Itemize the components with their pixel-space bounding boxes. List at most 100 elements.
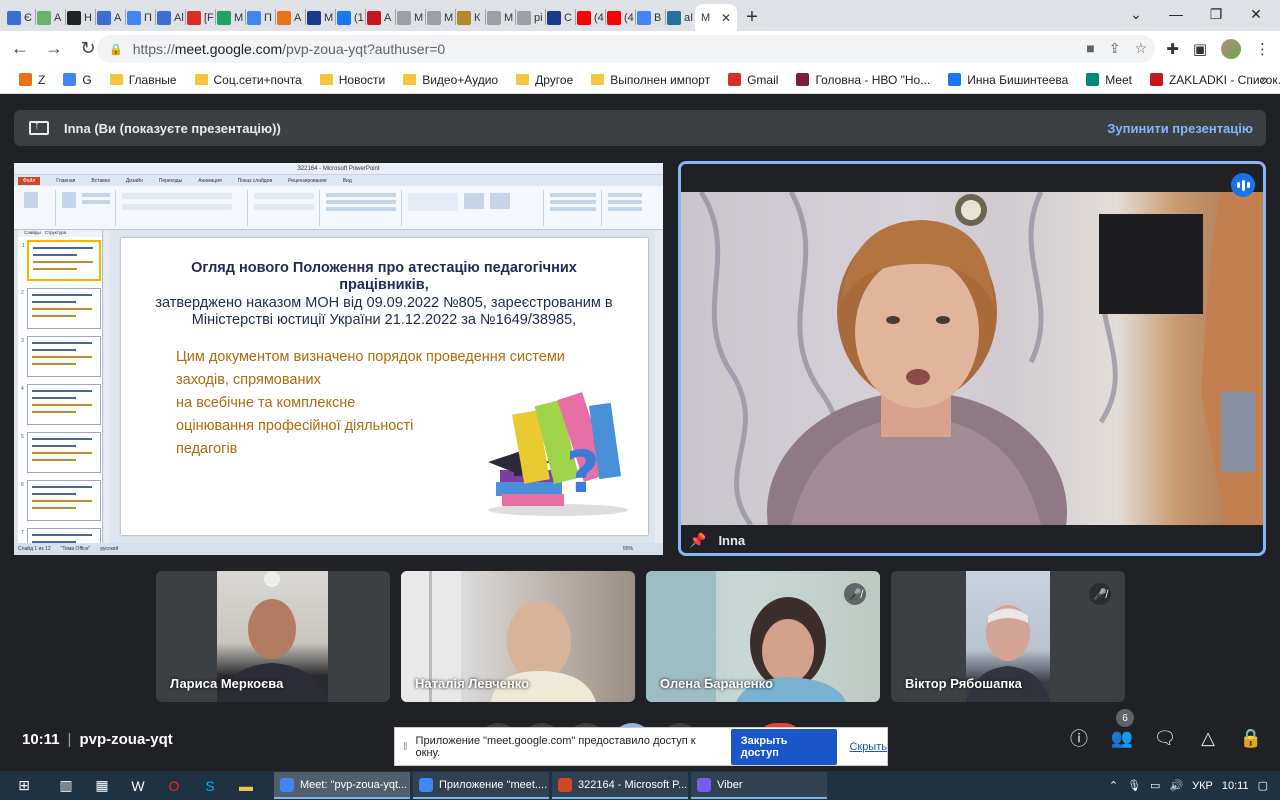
bookmark-star-icon[interactable]: ☆ [1134, 40, 1147, 57]
bookmark-item[interactable]: Головна - НВО "Но... [787, 73, 939, 87]
browser-tab[interactable]: М [306, 4, 335, 31]
slide-thumbnail[interactable]: 3 [21, 336, 101, 377]
browser-tab[interactable]: В [636, 4, 665, 31]
thumb-tab-outline[interactable]: Структура [45, 230, 66, 237]
browser-tab[interactable]: Аl [156, 4, 185, 31]
close-window-icon[interactable]: ✕ [1236, 0, 1276, 28]
participant-tile[interactable]: Лариса Меркоєва [156, 571, 390, 702]
browser-tab[interactable]: М [486, 4, 515, 31]
close-tab-icon[interactable]: ✕ [721, 11, 731, 25]
drag-handle-icon[interactable]: ‖ [403, 741, 408, 753]
bookmark-item[interactable]: Выполнен импорт [582, 73, 719, 87]
bookmark-item[interactable]: Meet [1077, 73, 1141, 87]
slide-thumbnail[interactable]: 5 [21, 432, 101, 473]
bookmark-item[interactable]: Новости [311, 73, 394, 87]
activities-shapes-icon[interactable]: △ [1197, 727, 1219, 749]
participant-tile[interactable]: Віктор Рябошапка 🎤̸ [891, 571, 1125, 702]
host-controls-lock-icon[interactable]: 🔒 [1240, 727, 1262, 749]
bookmark-item[interactable]: Видео+Аудио [394, 73, 507, 87]
bookmark-item[interactable]: Z [10, 73, 54, 87]
camera-blocked-icon[interactable]: ■ [1086, 40, 1094, 57]
opera-icon[interactable]: O [156, 771, 192, 800]
ppt-ribbon-tab[interactable]: Файл [18, 176, 41, 185]
bookmarks-overflow-icon[interactable]: » [1260, 71, 1268, 87]
browser-tab[interactable]: [F [186, 4, 215, 31]
microphone-icon[interactable]: 🎙 [1127, 779, 1141, 792]
bookmark-item[interactable]: ZAKLADKI - Список... [1141, 73, 1280, 87]
status-zoom[interactable]: 55% [623, 546, 633, 552]
taskbar-app-button[interactable]: Приложение "meet.... [413, 772, 549, 799]
ppt-ribbon-tab[interactable]: Анимация [198, 178, 221, 184]
browser-tab[interactable]: С [546, 4, 575, 31]
notifications-icon[interactable]: ▢ [1258, 779, 1268, 792]
taskbar-clock[interactable]: 10:11 [1222, 780, 1249, 792]
ppt-ribbon-tab[interactable]: Главная [56, 178, 75, 184]
bookmark-item[interactable]: Главные [101, 73, 186, 87]
word-icon[interactable]: W [120, 771, 156, 800]
ppt-ribbon-tab[interactable]: Дизайн [126, 178, 143, 184]
pinned-video-tile[interactable]: 📌 Inna [678, 161, 1266, 556]
presentation-tile[interactable]: 322164 - Microsoft PowerPoint Файл Главна… [14, 163, 663, 555]
tray-expand-icon[interactable]: ⌃ [1109, 779, 1118, 792]
browser-tab[interactable]: (4 [606, 4, 635, 31]
browser-tab[interactable]: М [426, 4, 455, 31]
thumbs-scrollbar[interactable] [104, 230, 110, 543]
browser-tab[interactable]: А [36, 4, 65, 31]
bookmark-item[interactable]: G [54, 73, 100, 87]
bookmark-item[interactable]: Соц.сети+почта [186, 73, 311, 87]
windows-start-icon[interactable]: ⊞ [0, 771, 48, 800]
slide-scrollbar[interactable] [655, 230, 663, 543]
ppt-ribbon-tab[interactable]: Показ слайдов [238, 178, 272, 184]
browser-tab[interactable]: А [96, 4, 125, 31]
back-arrow-icon[interactable]: ← [6, 35, 34, 63]
ppt-ribbon-tab[interactable]: Переходы [159, 178, 182, 184]
ppt-ribbon-tab[interactable]: Вид [343, 178, 352, 184]
taskbar-app-button[interactable]: 322164 - Microsoft P... [552, 772, 688, 799]
bookmark-item[interactable]: Инна Бишинтеева [939, 73, 1077, 87]
hide-notice-link[interactable]: Скрыть [849, 741, 887, 753]
browser-tab[interactable]: аІ [666, 4, 695, 31]
chat-icon[interactable]: 🗨 [1154, 727, 1177, 749]
minimize-icon[interactable]: — [1156, 0, 1196, 28]
browser-tab[interactable]: Є [6, 4, 35, 31]
slide-thumbnail[interactable]: 4 [21, 384, 101, 425]
browser-tab[interactable]: (4 [576, 4, 605, 31]
more-menu-icon[interactable]: ⋮ [1255, 40, 1270, 58]
tab-search-chevron-icon[interactable]: ⌄ [1116, 0, 1156, 28]
slide-thumbnail[interactable]: 2 [21, 288, 101, 329]
browser-tab[interactable]: П [126, 4, 155, 31]
app-icon[interactable]: ▦ [84, 771, 120, 800]
bookmark-item[interactable]: Gmail [719, 73, 787, 87]
browser-tab[interactable]: М [216, 4, 245, 31]
participant-tile[interactable]: Олена Бараненко 🎤̸ [646, 571, 880, 702]
browser-tab[interactable]: П [246, 4, 275, 31]
ppt-ribbon-tab[interactable]: Рецензирование [288, 178, 327, 184]
new-tab-button[interactable]: + [737, 4, 767, 31]
participants-people-icon[interactable]: 👥 6 [1111, 709, 1134, 749]
browser-tab[interactable]: А [276, 4, 305, 31]
forward-arrow-icon[interactable]: → [40, 35, 68, 63]
taskbar-app-button[interactable]: Viber [691, 772, 827, 799]
file-explorer-icon[interactable]: ▬ [228, 771, 264, 800]
tab-active-meet[interactable]: М ✕ [695, 4, 737, 31]
slide-thumbnail[interactable]: 1 [22, 240, 101, 281]
thumb-tab-slides[interactable]: Слайды [24, 230, 41, 237]
address-bar[interactable]: 🔒 https:// meet.google.com /pvp-zoua-yqt… [97, 35, 1155, 63]
browser-tab[interactable]: А [366, 4, 395, 31]
extensions-puzzle-icon[interactable]: ✚ [1166, 40, 1179, 58]
stop-sharing-button[interactable]: Закрыть доступ [730, 728, 838, 765]
browser-tab[interactable]: рі [516, 4, 545, 31]
bookmark-item[interactable]: Другое [507, 73, 582, 87]
taskbar-app-button[interactable]: Meet: "pvp-zoua-yqt... [274, 772, 410, 799]
task-view-icon[interactable]: ▥ [48, 771, 84, 800]
keyboard-language[interactable]: УКР [1192, 780, 1213, 792]
browser-tab[interactable]: М [396, 4, 425, 31]
browser-tab[interactable]: Н [66, 4, 95, 31]
meeting-details-info-icon[interactable]: ⓘ [1068, 727, 1090, 749]
participant-tile[interactable]: Наталія Левченко [401, 571, 635, 702]
browser-tab[interactable]: К [456, 4, 485, 31]
browser-tab[interactable]: (1 [336, 4, 365, 31]
network-icon[interactable]: ▭ [1150, 779, 1160, 792]
pin-icon[interactable]: 📌 [689, 532, 706, 549]
restore-icon[interactable]: ❐ [1196, 0, 1236, 28]
